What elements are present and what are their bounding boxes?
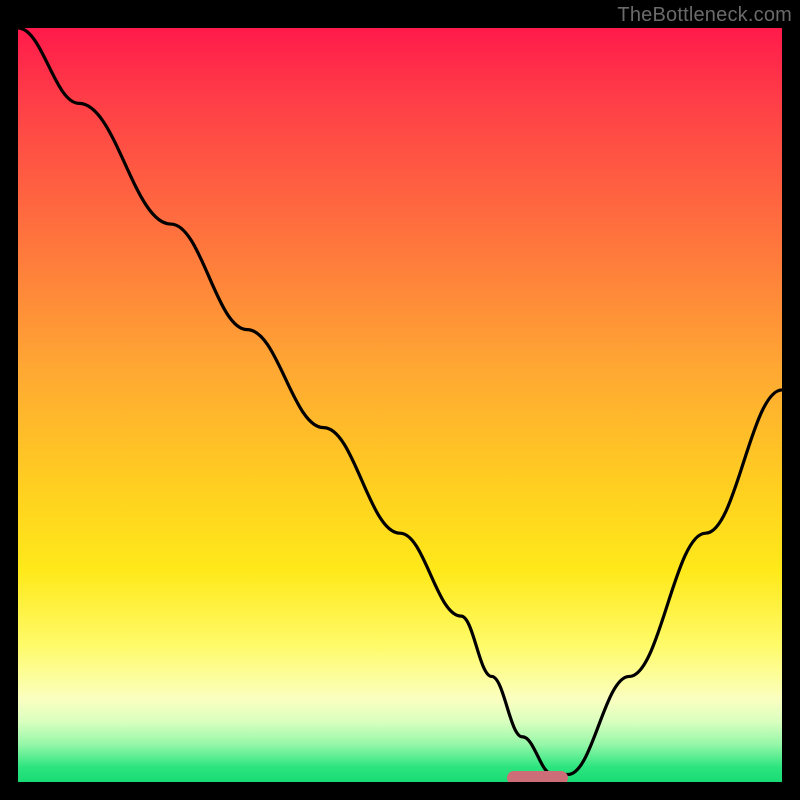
bottleneck-curve — [18, 28, 782, 782]
chart-frame: TheBottleneck.com — [0, 0, 800, 800]
watermark-text: TheBottleneck.com — [617, 4, 792, 27]
optimal-marker — [507, 771, 568, 782]
plot-area — [18, 28, 782, 782]
